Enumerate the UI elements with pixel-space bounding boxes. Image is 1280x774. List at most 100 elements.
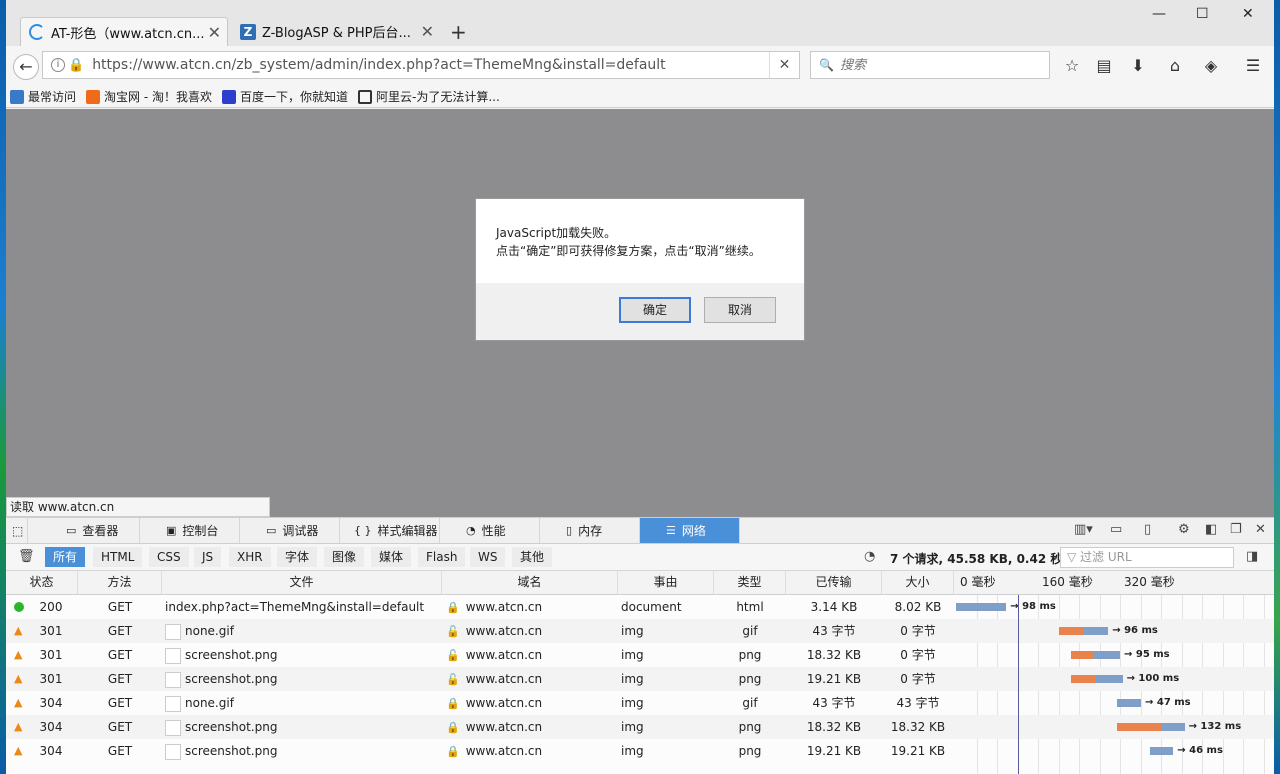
inspector-icon: ▭ bbox=[66, 524, 77, 537]
request-list: 200 GET index.php?act=ThemeMng&install=def… bbox=[6, 595, 1274, 763]
search-box[interactable]: 🔍 bbox=[810, 51, 1050, 79]
tab-memory[interactable]: ▯ 内存 bbox=[540, 518, 640, 543]
toggle-details-icon[interactable]: ◨ bbox=[1246, 549, 1258, 564]
col-method[interactable]: 方法 bbox=[78, 571, 162, 594]
table-row[interactable]: 200 GET index.php?act=ThemeMng&install=def… bbox=[6, 595, 1274, 619]
table-row[interactable]: ▲ 304 GET screenshot.png 🔒 www.atcn.cn img png 1… bbox=[6, 739, 1274, 763]
status-warning-icon: ▲ bbox=[14, 744, 23, 757]
col-cause[interactable]: 事由 bbox=[618, 571, 714, 594]
lock-warning-icon[interactable]: 🔒 bbox=[68, 58, 84, 73]
table-row[interactable]: ▲ 304 GET screenshot.png 🔒 www.atcn.cn img png 1… bbox=[6, 715, 1274, 739]
bookmark-baidu[interactable]: 百度一下，你就知道 bbox=[221, 88, 348, 105]
responsive-design-icon[interactable]: ▯ bbox=[1144, 522, 1151, 537]
secure-lock-icon: 🔒 bbox=[446, 697, 460, 710]
bookmark-label: 淘宝网 - 淘！我喜欢 bbox=[104, 90, 212, 104]
pocket-icon[interactable]: ◈ bbox=[1201, 56, 1221, 75]
bookmark-most-visited[interactable]: 最常访问 bbox=[10, 88, 76, 105]
col-transferred[interactable]: 已传输 bbox=[786, 571, 882, 594]
cell-method: GET bbox=[107, 648, 133, 662]
col-status[interactable]: 状态 bbox=[6, 571, 78, 594]
cell-cause: img bbox=[621, 648, 644, 662]
filter-js[interactable]: JS bbox=[194, 547, 222, 567]
tab-zblog[interactable]: Z Z-BlogASP & PHP后台... ✕ bbox=[232, 17, 440, 46]
table-row[interactable]: ▲ 301 GET screenshot.png 🔓 www.atcn.cn img png 1… bbox=[6, 667, 1274, 691]
tab-label: 性能 bbox=[481, 524, 506, 538]
settings-gear-icon[interactable]: ⚙ bbox=[1178, 522, 1190, 537]
domain-name: www.atcn.cn bbox=[465, 696, 543, 710]
bookmarks-toolbar: 最常访问 淘宝网 - 淘！我喜欢 百度一下，你就知道 阿里云-为了无法计算... bbox=[6, 86, 1274, 108]
dock-side-icon[interactable]: ◧ bbox=[1205, 522, 1217, 537]
separate-window-icon[interactable]: ❐ bbox=[1230, 522, 1242, 537]
filter-images[interactable]: 图像 bbox=[324, 547, 365, 567]
stop-icon[interactable]: ✕ bbox=[769, 52, 799, 78]
timing-duration-label: → 46 ms bbox=[1177, 745, 1223, 756]
browser-window: AT-形色（www.atcn.cn... ✕ Z Z-BlogASP & PHP… bbox=[6, 0, 1274, 774]
navigation-bar: ← i 🔒 https://www.atcn.cn/zb_system/admi… bbox=[6, 46, 1274, 86]
url-text[interactable]: https://www.atcn.cn/zb_system/admin/inde… bbox=[92, 57, 666, 73]
bookmark-aliyun[interactable]: 阿里云-为了无法计算... bbox=[358, 88, 500, 105]
col-domain[interactable]: 域名 bbox=[442, 571, 618, 594]
menu-icon[interactable]: ☰ bbox=[1243, 56, 1263, 75]
home-icon[interactable]: ⌂ bbox=[1165, 56, 1185, 75]
trash-icon[interactable]: 🗑 bbox=[18, 549, 35, 564]
domain-name: www.atcn.cn bbox=[465, 624, 543, 638]
minimize-button[interactable]: — bbox=[1152, 6, 1166, 22]
table-row[interactable]: ▲ 304 GET none.gif 🔒 www.atcn.cn img gif 43 字节 43… bbox=[6, 691, 1274, 715]
filter-fonts[interactable]: 字体 bbox=[277, 547, 318, 567]
close-window-button[interactable]: ✕ bbox=[1242, 6, 1254, 22]
tab-network[interactable]: ☰ 网络 bbox=[640, 518, 740, 543]
tab-close-icon[interactable]: ✕ bbox=[421, 22, 434, 41]
ok-button[interactable]: 确定 bbox=[619, 297, 691, 323]
download-icon[interactable]: ⬇ bbox=[1128, 56, 1148, 75]
insecure-lock-icon: 🔓 bbox=[446, 625, 460, 638]
cell-status: 301 bbox=[39, 672, 63, 686]
dock-options-icon[interactable]: ▥▾ bbox=[1074, 522, 1093, 537]
reading-list-icon[interactable]: ▤ bbox=[1094, 56, 1114, 75]
timing-wait-bar bbox=[1059, 627, 1083, 635]
filter-html[interactable]: HTML bbox=[93, 547, 143, 567]
filter-flash[interactable]: Flash bbox=[418, 547, 466, 567]
cell-size: 18.32 KB bbox=[890, 720, 946, 734]
filter-all[interactable]: 所有 bbox=[45, 547, 86, 567]
tab-debugger[interactable]: ▭ 调试器 bbox=[240, 518, 340, 543]
close-devtools-icon[interactable]: ✕ bbox=[1255, 522, 1266, 537]
filter-media[interactable]: 媒体 bbox=[371, 547, 412, 567]
tab-atcn[interactable]: AT-形色（www.atcn.cn... ✕ bbox=[20, 17, 228, 46]
filter-xhr[interactable]: XHR bbox=[229, 547, 271, 567]
col-type[interactable]: 类型 bbox=[714, 571, 786, 594]
timing-receive-bar bbox=[956, 603, 1007, 611]
filter-ws[interactable]: WS bbox=[470, 547, 506, 567]
split-console-icon[interactable]: ▭ bbox=[1110, 522, 1122, 537]
cell-file: screenshot.png bbox=[165, 739, 441, 763]
maximize-button[interactable]: ☐ bbox=[1196, 6, 1209, 22]
tab-inspector[interactable]: ▭ 查看器 bbox=[40, 518, 140, 543]
url-filter-input[interactable]: ▽ 过滤 URL bbox=[1060, 547, 1234, 568]
table-row[interactable]: ▲ 301 GET screenshot.png 🔓 www.atcn.cn img png 1… bbox=[6, 643, 1274, 667]
cancel-button[interactable]: 取消 bbox=[704, 297, 776, 323]
dom-content-loaded-marker bbox=[1018, 595, 1019, 774]
search-input[interactable] bbox=[839, 57, 1040, 73]
tab-console[interactable]: ▣ 控制台 bbox=[140, 518, 240, 543]
col-file[interactable]: 文件 bbox=[162, 571, 442, 594]
tab-style-editor[interactable]: { } 样式编辑器 bbox=[340, 518, 440, 543]
info-icon[interactable]: i bbox=[51, 58, 65, 72]
url-bar[interactable]: i 🔒 https://www.atcn.cn/zb_system/admin/… bbox=[42, 51, 800, 79]
tab-close-icon[interactable]: ✕ bbox=[208, 23, 221, 42]
pick-element-button[interactable]: ⬚ bbox=[6, 518, 28, 543]
alert-dialog: JavaScript加载失败。 点击“确定”即可获得修复方案，点击“取消”继续。… bbox=[475, 198, 805, 341]
filter-other[interactable]: 其他 bbox=[512, 547, 553, 567]
cell-status: 304 bbox=[39, 744, 63, 758]
performance-analysis-icon[interactable]: ◔ bbox=[864, 549, 875, 564]
cell-cause: img bbox=[621, 720, 644, 734]
tab-performance[interactable]: ◔ 性能 bbox=[440, 518, 540, 543]
bookmark-taobao[interactable]: 淘宝网 - 淘！我喜欢 bbox=[86, 88, 212, 105]
col-size[interactable]: 大小 bbox=[882, 571, 954, 594]
new-tab-button[interactable]: + bbox=[450, 20, 467, 44]
col-timeline[interactable]: 0 毫秒 160 毫秒 320 毫秒 bbox=[954, 571, 1274, 594]
cell-cause: img bbox=[621, 744, 644, 758]
filter-css[interactable]: CSS bbox=[149, 547, 189, 567]
table-row[interactable]: ▲ 301 GET none.gif 🔓 www.atcn.cn img gif 43 字节 0 … bbox=[6, 619, 1274, 643]
file-thumbnail-icon bbox=[165, 695, 181, 712]
bookmark-star-icon[interactable]: ☆ bbox=[1062, 56, 1082, 75]
back-button[interactable]: ← bbox=[13, 54, 39, 80]
